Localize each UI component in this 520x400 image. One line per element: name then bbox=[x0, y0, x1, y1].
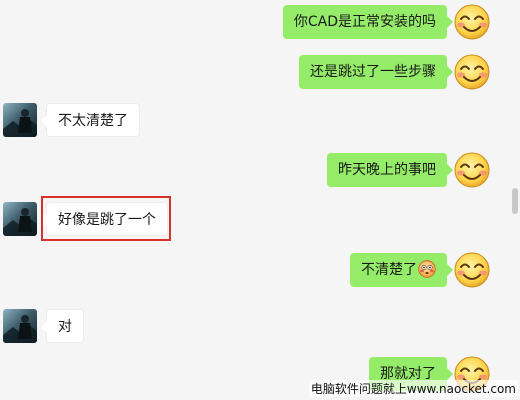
watermark-text: 电脑软件问题就上www.naocket.com bbox=[308, 380, 518, 397]
flushed-face-emoji-icon bbox=[418, 260, 436, 278]
message-bubble-self[interactable]: 昨天晚上的事吧 bbox=[327, 153, 453, 187]
contact-avatar[interactable] bbox=[3, 103, 37, 137]
message-bubble-self[interactable]: 不清楚了 bbox=[350, 253, 453, 287]
smiley-face-icon[interactable] bbox=[453, 53, 491, 91]
smiley-face-icon[interactable] bbox=[453, 151, 491, 189]
message-bubble-contact[interactable]: 不太清楚了 bbox=[41, 103, 140, 137]
message-row: 不太清楚了 bbox=[0, 103, 508, 139]
message-row: 你CAD是正常安装的吗 bbox=[0, 3, 508, 41]
message-row: 还是跳过了一些步骤 bbox=[0, 53, 508, 91]
message-bubble-self[interactable]: 你CAD是正常安装的吗 bbox=[282, 5, 454, 39]
scrollbar-thumb[interactable] bbox=[512, 188, 518, 214]
scrollbar-track[interactable] bbox=[510, 0, 520, 400]
message-row: 不清楚了 bbox=[0, 251, 508, 289]
contact-avatar[interactable] bbox=[3, 202, 37, 236]
smiley-face-icon[interactable] bbox=[453, 3, 491, 41]
message-bubble-self[interactable]: 还是跳过了一些步骤 bbox=[299, 55, 453, 89]
message-row: 对 bbox=[0, 309, 508, 345]
highlight-box bbox=[41, 196, 171, 241]
contact-avatar[interactable] bbox=[3, 309, 37, 343]
message-bubble-contact[interactable]: 对 bbox=[41, 309, 84, 343]
message-row: 昨天晚上的事吧 bbox=[0, 151, 508, 189]
message-text: 不清楚了 bbox=[361, 262, 417, 278]
smiley-face-icon[interactable] bbox=[453, 251, 491, 289]
chat-message-area: 你CAD是正常安装的吗 还是跳过了一些步骤 不太清楚了 昨天晚上的事吧 好像是跳… bbox=[0, 0, 508, 400]
